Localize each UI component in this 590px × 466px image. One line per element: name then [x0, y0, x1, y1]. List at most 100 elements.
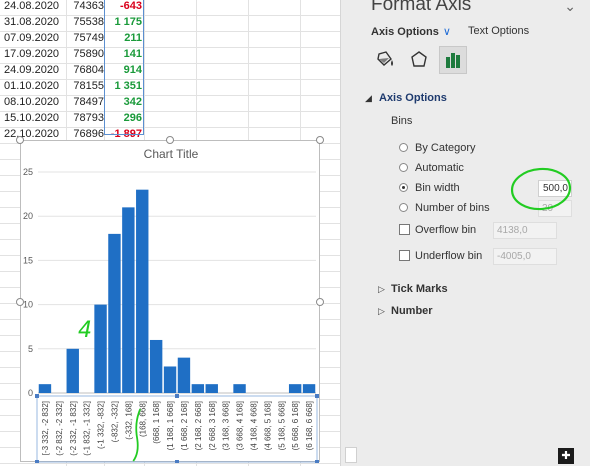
cell-difference[interactable]: 914 [106, 64, 142, 76]
histogram-bar[interactable] [108, 233, 121, 393]
cell-value[interactable]: 78793 [68, 112, 104, 124]
handwritten-annotation: 4 [78, 318, 92, 343]
cell-date[interactable]: 15.10.2020 [4, 112, 66, 124]
fill-line-icon[interactable] [371, 46, 399, 74]
checkbox-box[interactable] [399, 250, 410, 261]
checkbox-box[interactable] [399, 224, 410, 235]
expand-triangle-icon[interactable]: ▷ [378, 284, 385, 295]
cell-date[interactable]: 22.10.2020 [4, 128, 66, 140]
cell-value[interactable]: 76896 [68, 128, 104, 140]
cell-date[interactable]: 17.09.2020 [4, 48, 66, 60]
y-tick-label: 0 [28, 388, 33, 398]
x-tick-label: (5 668, 6 168] [291, 401, 300, 450]
chart-resize-handle-right[interactable] [316, 298, 324, 306]
table-row[interactable]: 01.10.2020 78155 1 351 [0, 79, 150, 95]
histogram-bar[interactable] [149, 339, 163, 393]
bins-label: Bins [391, 115, 413, 127]
cell-difference[interactable]: 1 175 [106, 16, 142, 28]
histogram-bar[interactable] [136, 189, 149, 393]
histogram-bar[interactable] [122, 207, 135, 393]
x-tick-label: (668, 1 168] [152, 401, 161, 444]
table-row[interactable]: 08.10.2020 78497 342 [0, 95, 150, 111]
histogram-bar[interactable] [302, 384, 316, 393]
chart-plot: Chart Title 0 5 10 15 20 25 [-3 332, -2 832] (… [23, 147, 319, 463]
x-tick-label: (-1 332, -832] [97, 401, 106, 449]
histogram-bar[interactable] [288, 384, 302, 393]
cell-difference[interactable]: 141 [106, 48, 142, 60]
x-tick-label: [-3 332, -2 832] [41, 401, 50, 455]
table-row[interactable]: 15.10.2020 78793 296 [0, 111, 150, 127]
histogram-bar[interactable] [177, 357, 191, 393]
chart-resize-handle-left[interactable] [16, 298, 24, 306]
chevron-down-icon: ∨ [442, 26, 451, 38]
section-axis-options[interactable]: Axis Options [379, 92, 447, 104]
chart-title[interactable]: Chart Title [144, 147, 199, 161]
cell-difference[interactable]: 296 [106, 112, 142, 124]
axis-selection-handle[interactable] [35, 394, 39, 398]
cell-difference[interactable]: 1 351 [106, 80, 142, 92]
x-tick-label: (168, 668] [138, 401, 147, 437]
cell-date[interactable]: 01.10.2020 [4, 80, 66, 92]
axis-selection-handle[interactable] [315, 460, 319, 463]
cell-value[interactable]: 74363 [68, 0, 104, 12]
horizontal-scrollbar[interactable] [345, 447, 357, 463]
table-row[interactable]: 17.09.2020 75890 141 [0, 47, 150, 63]
axis-selection-handle[interactable] [35, 460, 39, 463]
cell-difference[interactable]: -643 [106, 0, 142, 12]
quick-analysis-icon[interactable]: ✚ [558, 448, 574, 464]
histogram-bar[interactable] [205, 384, 218, 393]
cell-value[interactable]: 75890 [68, 48, 104, 60]
histogram-bar[interactable] [191, 384, 205, 393]
histogram-bar[interactable] [233, 384, 246, 393]
x-tick-label: (4 168, 4 668] [249, 401, 258, 450]
radio-circle[interactable] [399, 203, 408, 212]
histogram-bar[interactable] [38, 384, 52, 393]
axis-selection-handle[interactable] [315, 394, 319, 398]
effects-icon[interactable] [405, 46, 433, 74]
expand-triangle-icon[interactable]: ▷ [378, 306, 385, 317]
overflow-bin-label: Overflow bin [415, 224, 477, 236]
table-row[interactable]: 24.08.2020 74363 -643 [0, 0, 150, 15]
cell-date[interactable]: 24.08.2020 [4, 0, 66, 12]
tab-axis-options[interactable]: Axis Options ∨ [371, 25, 451, 38]
radio-circle[interactable] [399, 143, 408, 152]
cell-difference[interactable]: -1 897 [106, 128, 142, 140]
x-tick-label: (3 668, 4 168] [236, 401, 245, 450]
cell-date[interactable]: 24.09.2020 [4, 64, 66, 76]
radio-circle-selected[interactable] [399, 183, 408, 192]
table-row[interactable]: 24.09.2020 76804 914 [0, 63, 150, 79]
tab-text-options[interactable]: Text Options [468, 25, 529, 37]
cell-value[interactable]: 78497 [68, 96, 104, 108]
cell-value[interactable]: 78155 [68, 80, 104, 92]
cell-date[interactable]: 31.08.2020 [4, 16, 66, 28]
x-tick-label: (-1 832, -1 332] [83, 401, 92, 456]
chart-resize-handle-top[interactable] [166, 136, 174, 144]
section-number[interactable]: Number [391, 305, 433, 317]
table-row[interactable]: 07.09.2020 75749 211 [0, 31, 150, 47]
cell-value[interactable]: 75538 [68, 16, 104, 28]
cell-value[interactable]: 75749 [68, 32, 104, 44]
x-tick-label: (2 168, 2 668] [194, 401, 203, 450]
histogram-bar[interactable] [163, 366, 177, 393]
histogram-bar[interactable] [66, 348, 79, 393]
pane-options-chevron-icon[interactable]: ⌄ [564, 0, 576, 15]
collapse-triangle-icon[interactable]: ◢ [365, 93, 372, 104]
histogram-bar[interactable] [94, 304, 107, 393]
chart-resize-handle-top-right[interactable] [316, 136, 324, 144]
underflow-bin-input[interactable]: -4005,0 [493, 248, 557, 265]
table-row[interactable]: 31.08.2020 75538 1 175 [0, 15, 150, 31]
axis-selection-handle[interactable] [175, 394, 179, 398]
cell-difference[interactable]: 342 [106, 96, 142, 108]
format-axis-pane: Format Axis ⌄ Axis Options ∨ Text Options… [340, 0, 590, 466]
histogram-chart[interactable]: Chart Title 0 5 10 15 20 25 [-3 332, -2 832] (… [20, 140, 320, 463]
cell-date[interactable]: 07.09.2020 [4, 32, 66, 44]
axis-selection-handle[interactable] [175, 460, 179, 463]
axis-options-chart-icon[interactable] [439, 46, 467, 74]
radio-circle[interactable] [399, 163, 408, 172]
cell-value[interactable]: 76804 [68, 64, 104, 76]
chart-resize-handle-top-left[interactable] [16, 136, 24, 144]
cell-date[interactable]: 08.10.2020 [4, 96, 66, 108]
cell-difference[interactable]: 211 [106, 32, 142, 44]
section-tick-marks[interactable]: Tick Marks [391, 283, 448, 295]
overflow-bin-input[interactable]: 4138,0 [493, 222, 557, 239]
